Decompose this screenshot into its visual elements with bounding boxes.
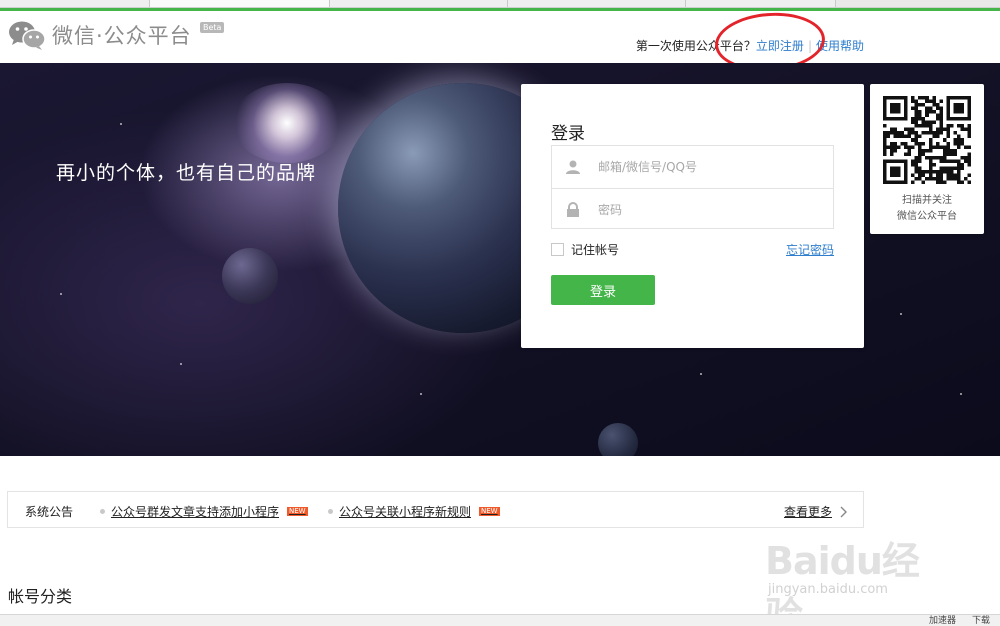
browser-tab[interactable] [0,0,150,7]
forgot-password-link[interactable]: 忘记密码 [786,241,834,258]
watermark-main: Baidu经验 [765,539,920,626]
star-flare [232,83,342,163]
chevron-right-icon [840,506,847,517]
notice-item[interactable]: 公众号群发文章支持添加小程序 NEW [100,503,308,520]
browser-status-bar: 加速器 下载 [0,614,1000,626]
login-panel: 登录 记住帐号 忘记密码 登录 [521,84,864,348]
lock-icon [552,201,594,218]
account-row [552,146,833,188]
password-row [552,188,833,230]
browser-tab[interactable] [686,0,836,7]
notice-item-text: 公众号关联小程序新规则 [339,505,472,519]
login-title: 登录 [551,124,585,144]
header-links: 第一次使用公众平台？ 立即注册 | 使用帮助 [636,37,864,54]
watermark-sub: jingyan.baidu.com [768,582,888,597]
view-more-label: 查看更多 [783,505,832,519]
wechat-logo-icon [9,21,46,50]
bullet-icon [100,509,105,514]
small-planet-image [222,248,278,304]
help-link[interactable]: 使用帮助 [816,37,864,54]
page-root: 微信·公众平台 Beta 第一次使用公众平台？ 立即注册 | 使用帮助 再小的个… [0,0,1000,626]
qr-caption-line2: 微信公众平台 [897,211,957,222]
bullet-icon [328,509,333,514]
beta-badge: Beta [200,22,225,33]
notice-label: 系统公告 [25,505,74,519]
view-more-link[interactable]: 查看更多 [784,503,847,520]
notice-item[interactable]: 公众号关联小程序新规则 NEW [328,503,500,520]
site-logo[interactable]: 微信·公众平台 [8,20,192,50]
accelerator-button[interactable]: 加速器 [929,615,956,626]
user-icon [552,159,594,175]
remember-label: 记住帐号 [571,243,620,257]
password-input[interactable] [598,202,818,217]
remember-checkbox[interactable] [551,243,564,256]
remember-account[interactable]: 记住帐号 [551,241,619,258]
link-separator: | [807,38,812,53]
watermark: Baidu经验 jingyan.baidu.com [765,530,950,626]
browser-tab[interactable] [508,0,686,7]
download-button[interactable]: 下载 [972,615,990,626]
tiny-planet-image [598,423,638,456]
account-types-heading: 帐号分类 [8,587,73,606]
notice-item-text: 公众号群发文章支持添加小程序 [111,505,280,519]
qr-card: 扫描并关注 微信公众平台 [870,84,984,234]
site-header: 微信·公众平台 Beta 第一次使用公众平台？ 立即注册 | 使用帮助 [0,11,1000,63]
hero-slogan: 再小的个体，也有自己的品牌 [56,162,317,184]
browser-tab[interactable] [330,0,508,7]
logo-text: 微信·公众平台 [52,24,192,48]
first-time-prompt: 第一次使用公众平台？ [635,39,756,53]
register-link[interactable]: 立即注册 [756,37,804,54]
qr-code-icon [883,96,971,184]
account-input[interactable] [598,160,818,174]
browser-tab-active[interactable] [150,0,330,7]
browser-tab-strip [0,0,1000,8]
login-button[interactable]: 登录 [551,275,655,305]
qr-caption-line1: 扫描并关注 [902,195,952,206]
system-notice-bar: 系统公告 公众号群发文章支持添加小程序 NEW 公众号关联小程序新规则 NEW … [7,491,864,528]
new-badge: NEW [479,507,500,516]
login-inputs [551,145,834,229]
new-badge: NEW [287,507,308,516]
